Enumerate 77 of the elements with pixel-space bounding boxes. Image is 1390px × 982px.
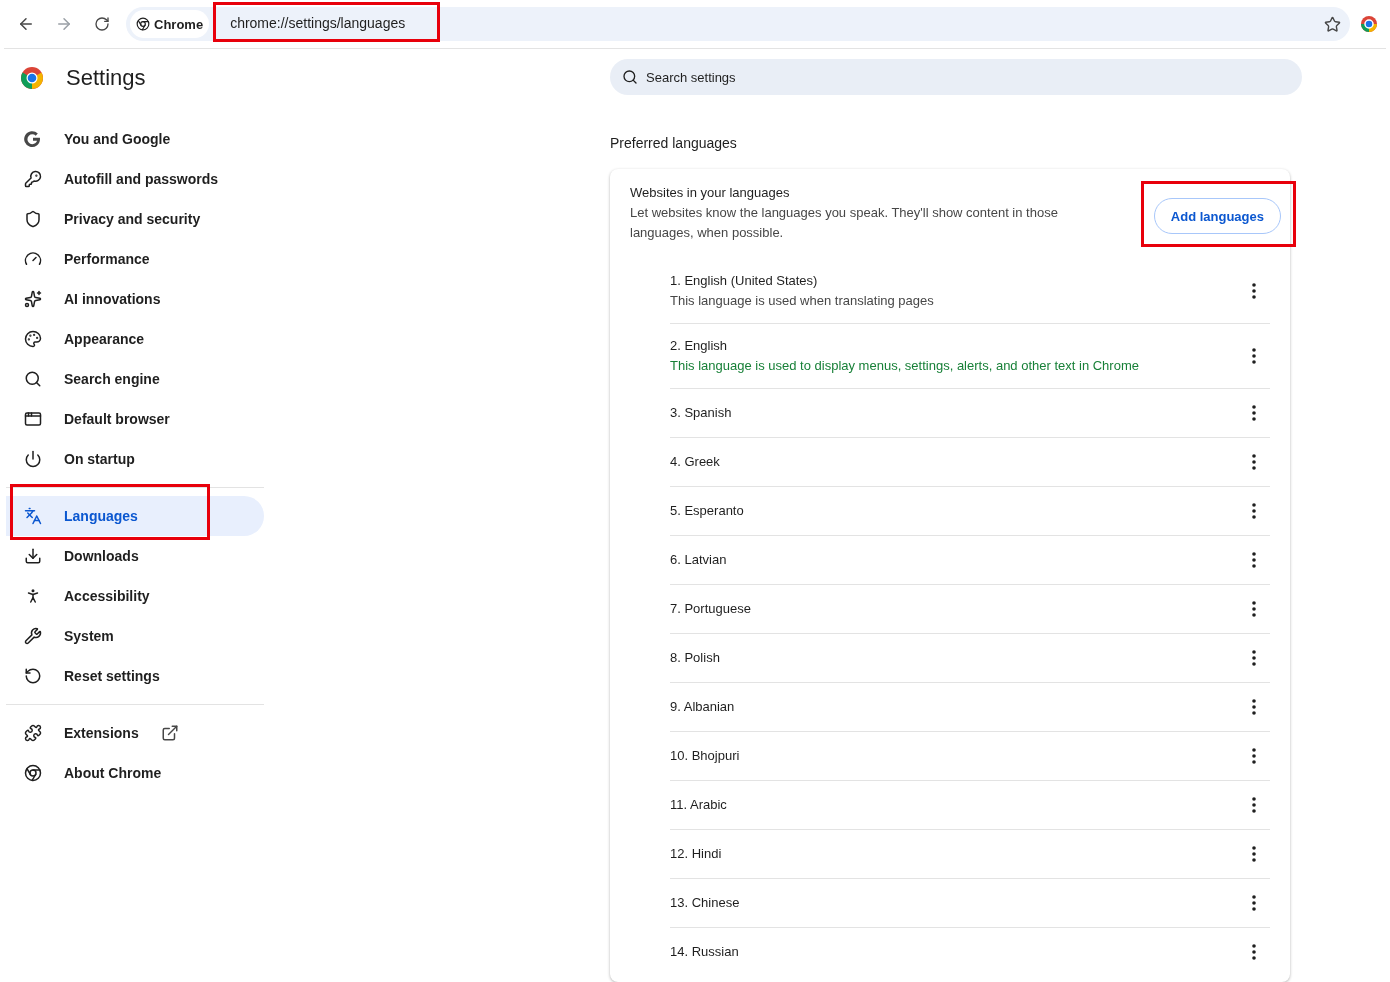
sidebar-item[interactable]: You and Google bbox=[6, 119, 264, 159]
reload-icon bbox=[94, 16, 110, 32]
power-icon bbox=[24, 450, 42, 468]
more-icon bbox=[1252, 650, 1256, 666]
key-icon bbox=[24, 170, 42, 188]
more-icon bbox=[1252, 748, 1256, 764]
card-title: Websites in your languages bbox=[630, 184, 791, 202]
forward-arrow-icon bbox=[55, 15, 73, 33]
more-icon bbox=[1252, 797, 1256, 813]
shield-icon bbox=[24, 210, 42, 228]
language-name: 12. Hindi bbox=[670, 845, 722, 863]
sidebar-item[interactable]: AI innovations bbox=[6, 279, 264, 319]
sidebar-item[interactable]: Autofill and passwords bbox=[6, 159, 264, 199]
external-link-icon bbox=[160, 724, 179, 742]
language-name: 2. English bbox=[670, 337, 729, 355]
profile-icon[interactable] bbox=[1360, 15, 1378, 33]
wrench-icon bbox=[24, 627, 42, 645]
chrome-icon bbox=[24, 764, 42, 782]
browser-window-icon bbox=[24, 410, 42, 428]
reset-icon bbox=[24, 667, 42, 685]
language-name: 1. English (United States) bbox=[670, 272, 819, 290]
site-chip[interactable]: Chrome bbox=[130, 10, 210, 38]
language-note: This language is used when translating pages bbox=[670, 292, 934, 310]
sidebar-item[interactable]: On startup bbox=[6, 439, 264, 479]
search-icon bbox=[24, 370, 42, 388]
download-icon bbox=[24, 547, 42, 565]
page-title: Settings bbox=[66, 65, 146, 91]
language-name: 13. Chinese bbox=[670, 894, 740, 912]
more-icon bbox=[1252, 846, 1256, 862]
search-icon bbox=[622, 69, 638, 85]
language-name: 11. Arabic bbox=[670, 796, 727, 814]
language-name: 7. Portuguese bbox=[670, 600, 751, 618]
palette-icon bbox=[24, 330, 42, 348]
language-name: 14. Russian bbox=[670, 943, 739, 961]
chrome-icon bbox=[136, 17, 150, 31]
more-icon bbox=[1252, 405, 1256, 421]
gauge-icon bbox=[24, 250, 42, 268]
more-icon bbox=[1252, 895, 1256, 911]
more-icon bbox=[1252, 348, 1256, 364]
more-icon bbox=[1252, 601, 1256, 617]
sidebar-item[interactable]: System bbox=[6, 616, 264, 656]
sidebar-item[interactable]: Appearance bbox=[6, 319, 264, 359]
language-note: This language is used to display menus, settings, alerts, and other text in Chrome bbox=[670, 357, 1139, 375]
sidebar-item[interactable]: Reset settings bbox=[6, 656, 264, 696]
search-field[interactable]: Search settings bbox=[610, 59, 1302, 95]
more-icon bbox=[1252, 503, 1256, 519]
sidebar-item[interactable]: Extensions bbox=[6, 713, 264, 753]
language-name: 6. Latvian bbox=[670, 551, 727, 569]
add-languages-button[interactable]: Add languages bbox=[1153, 198, 1281, 234]
logo-icon bbox=[20, 66, 44, 90]
sidebar-item[interactable]: Accessibility bbox=[6, 576, 264, 616]
url-text: chrome://settings/languages bbox=[213, 2, 441, 42]
language-name: 10. Bhojpuri bbox=[670, 747, 740, 765]
puzzle-icon bbox=[24, 724, 42, 742]
language-name: 8. Polish bbox=[670, 649, 720, 667]
more-icon bbox=[1252, 283, 1256, 299]
sidebar-item[interactable]: Search engine bbox=[6, 359, 264, 399]
language-name: 4. Greek bbox=[670, 453, 720, 471]
sidebar-item[interactable]: Privacy and security bbox=[6, 199, 264, 239]
language-name: 3. Spanish bbox=[670, 404, 732, 422]
google-icon bbox=[24, 130, 42, 148]
sidebar-item[interactable]: About Chrome bbox=[6, 753, 264, 793]
sidebar-item[interactable]: Performance bbox=[6, 239, 264, 279]
sidebar-item[interactable]: Downloads bbox=[6, 536, 264, 576]
translate-icon bbox=[24, 507, 42, 525]
language-name: 9. Albanian bbox=[670, 698, 735, 716]
sparkle-icon bbox=[24, 290, 42, 308]
section-heading: Preferred languages bbox=[610, 135, 738, 151]
sidebar-item[interactable]: Languages bbox=[6, 496, 264, 536]
sidebar-item[interactable]: Default browser bbox=[6, 399, 264, 439]
more-icon bbox=[1252, 699, 1256, 715]
language-name: 5. Esperanto bbox=[670, 502, 744, 520]
star-icon bbox=[1323, 15, 1341, 33]
card-description: Let websites know the languages you speak. They'll show content in those languages, when possible. bbox=[630, 204, 1059, 242]
more-icon bbox=[1252, 454, 1256, 470]
more-icon bbox=[1252, 944, 1256, 960]
more-icon bbox=[1252, 552, 1256, 568]
